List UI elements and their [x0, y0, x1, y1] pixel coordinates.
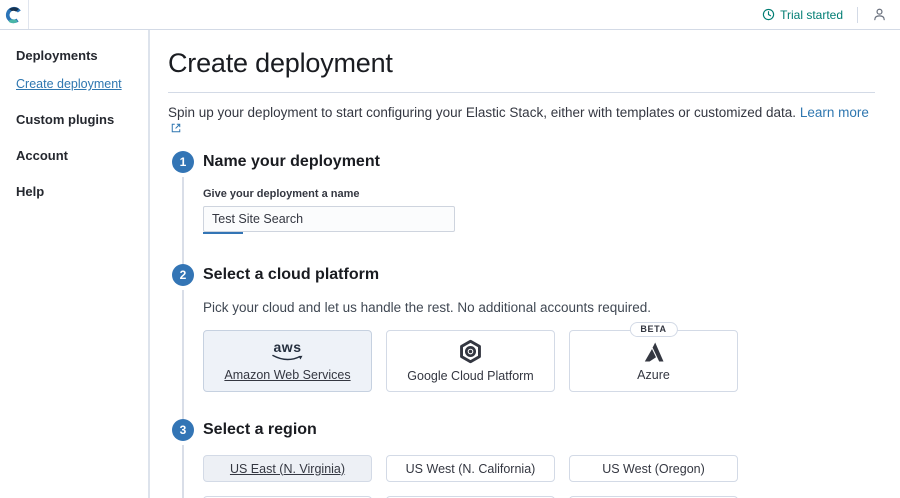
sidebar-item-custom-plugins[interactable]: Custom plugins [16, 112, 132, 127]
platform-card-gcp[interactable]: Google Cloud Platform [386, 330, 555, 392]
main-content: Create deployment Spin up your deploymen… [152, 30, 900, 498]
step-1-number: 1 [172, 151, 194, 173]
deployment-name-label: Give your deployment a name [203, 188, 875, 200]
elastic-cloud-logo[interactable] [0, 0, 29, 29]
sidebar-item-deployments[interactable]: Deployments [16, 48, 132, 63]
gcp-logo-icon [458, 339, 483, 364]
azure-logo-icon [642, 341, 666, 363]
step-3-number: 3 [172, 419, 194, 441]
title-divider [168, 92, 875, 93]
learn-more-label: Learn more [800, 105, 869, 120]
step-3-title: Select a region [203, 419, 875, 441]
elastic-cloud-logo-icon [5, 6, 23, 24]
region-button-us-west-oregon[interactable]: US West (Oregon) [569, 455, 738, 482]
sidebar-item-help[interactable]: Help [16, 184, 132, 199]
trial-status-button[interactable]: Trial started [748, 0, 857, 29]
beta-badge: BETA [629, 322, 677, 337]
intro-sentence: Spin up your deployment to start configu… [168, 105, 796, 120]
trial-status-label: Trial started [780, 8, 843, 22]
step-select-platform: 2 Select a cloud platform Pick your clou… [168, 264, 875, 419]
step-2-title: Select a cloud platform [203, 264, 875, 286]
top-bar: Trial started [0, 0, 900, 30]
platform-label-gcp: Google Cloud Platform [407, 369, 533, 383]
sidebar-item-create-deployment[interactable]: Create deployment [16, 77, 132, 91]
clock-icon [762, 8, 775, 21]
region-button-us-east-n-virginia[interactable]: US East (N. Virginia) [203, 455, 372, 482]
input-focus-underline [203, 232, 243, 234]
platform-card-aws[interactable]: aws Amazon Web Services [203, 330, 372, 392]
page-title: Create deployment [168, 48, 875, 79]
region-button-us-west-n-california[interactable]: US West (N. California) [386, 455, 555, 482]
steps-container: 1 Name your deployment Give your deploym… [168, 151, 875, 498]
user-icon [872, 7, 887, 22]
platform-card-row: aws Amazon Web Services Google Cl [203, 330, 875, 392]
intro-text: Spin up your deployment to start configu… [168, 105, 875, 135]
step-2-number: 2 [172, 264, 194, 286]
user-account-button[interactable] [858, 0, 900, 29]
platform-description: Pick your cloud and let us handle the re… [203, 300, 875, 315]
step-select-region: 3 Select a region US East (N. Virginia) … [168, 419, 875, 498]
platform-label-azure: Azure [637, 368, 670, 382]
region-grid: US East (N. Virginia) US West (N. Califo… [203, 455, 875, 498]
deployment-name-field-wrap [203, 206, 455, 234]
sidebar-item-account[interactable]: Account [16, 148, 132, 163]
sidebar: Deployments Create deployment Custom plu… [0, 30, 150, 498]
platform-label-aws: Amazon Web Services [224, 368, 350, 382]
platform-card-azure[interactable]: BETA Azure [569, 330, 738, 392]
deployment-name-input[interactable] [203, 206, 455, 232]
step-name-deployment: 1 Name your deployment Give your deploym… [168, 151, 875, 264]
external-link-icon [171, 123, 181, 133]
aws-logo-icon: aws [271, 340, 305, 363]
step-1-title: Name your deployment [203, 151, 875, 173]
